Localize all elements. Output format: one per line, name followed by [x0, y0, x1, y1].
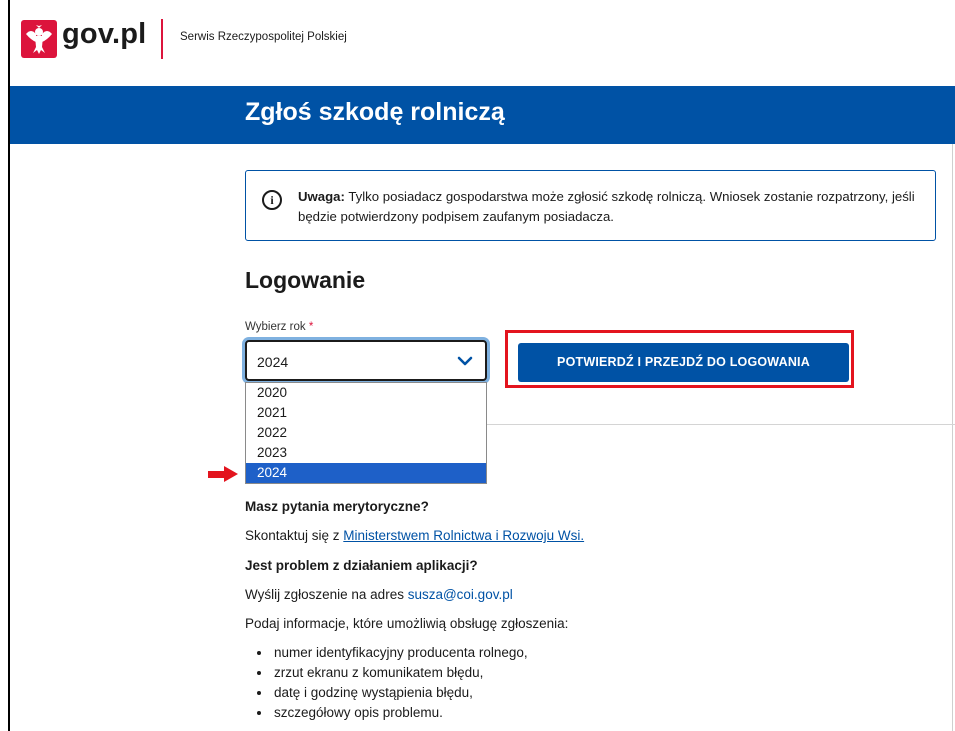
ministry-link[interactable]: Ministerstwem Rolnictwa i Rozwoju Wsi.	[343, 528, 584, 543]
alert-bold-label: Uwaga:	[298, 189, 345, 204]
report-info-text: Podaj informacje, które umożliwią obsług…	[245, 616, 569, 631]
send-report-prefix: Wyślij zgłoszenie na adres	[245, 587, 408, 602]
required-mark: *	[308, 321, 314, 333]
logo-divider	[161, 19, 163, 59]
year-select-label: Wybierz rok *	[245, 321, 313, 333]
service-name: Serwis Rzeczypospolitej Polskiej	[180, 31, 347, 43]
chevron-down-icon	[457, 356, 473, 366]
year-select[interactable]: 2024	[245, 340, 487, 381]
year-option-2023[interactable]: 2023	[246, 443, 486, 463]
list-item: numer identyfikacyjny producenta rolnego…	[272, 643, 528, 663]
year-option-2022[interactable]: 2022	[246, 423, 486, 443]
list-item: szczegółowy opis problemu.	[272, 703, 528, 723]
question-heading-content: Masz pytania merytoryczne?	[245, 499, 429, 514]
highlight-box: POTWIERDŹ I PRZEJDŹ DO LOGOWANIA	[505, 330, 854, 388]
year-option-2024[interactable]: 2024	[246, 463, 486, 483]
year-option-2020[interactable]: 2020	[246, 383, 486, 403]
polish-eagle-icon[interactable]	[21, 20, 57, 58]
contact-ministry-text: Skontaktuj się z Ministerstwem Rolnictwa…	[245, 528, 584, 543]
confirm-login-button[interactable]: POTWIERDŹ I PRZEJDŹ DO LOGOWANIA	[518, 343, 849, 382]
contact-prefix: Skontaktuj się z	[245, 528, 344, 543]
question-heading-app: Jest problem z działaniem aplikacji?	[245, 558, 478, 573]
year-dropdown-list: 2020 2021 2022 2023 2024	[245, 382, 487, 484]
alert-message: Tylko posiadacz gospodarstwa może zgłosi…	[298, 189, 915, 224]
report-info-list: numer identyfikacyjny producenta rolnego…	[258, 643, 528, 723]
year-select-value: 2024	[257, 354, 289, 370]
year-option-2021[interactable]: 2021	[246, 403, 486, 423]
gov-pl-logo[interactable]: gov.pl	[62, 18, 146, 51]
alert-text: Uwaga: Tylko posiadacz gospodarstwa może…	[298, 187, 918, 227]
page-title: Zgłoś szkodę rolniczą	[245, 98, 505, 126]
pointer-arrow-icon	[208, 466, 238, 482]
send-report-text: Wyślij zgłoszenie na adres susza@coi.gov…	[245, 587, 513, 602]
top-bar: gov.pl Serwis Rzeczypospolitej Polskiej	[10, 0, 955, 86]
support-email-link[interactable]: susza@coi.gov.pl	[408, 587, 513, 602]
year-label-text: Wybierz rok	[245, 321, 306, 333]
page-header-banner: Zgłoś szkodę rolniczą	[10, 86, 955, 144]
list-item: datę i godzinę wystąpienia błędu,	[272, 683, 528, 703]
info-icon: i	[262, 190, 282, 210]
list-item: zrzut ekranu z komunikatem błędu,	[272, 663, 528, 683]
warning-alert: i Uwaga: Tylko posiadacz gospodarstwa mo…	[245, 170, 936, 241]
login-section-title: Logowanie	[245, 267, 366, 293]
